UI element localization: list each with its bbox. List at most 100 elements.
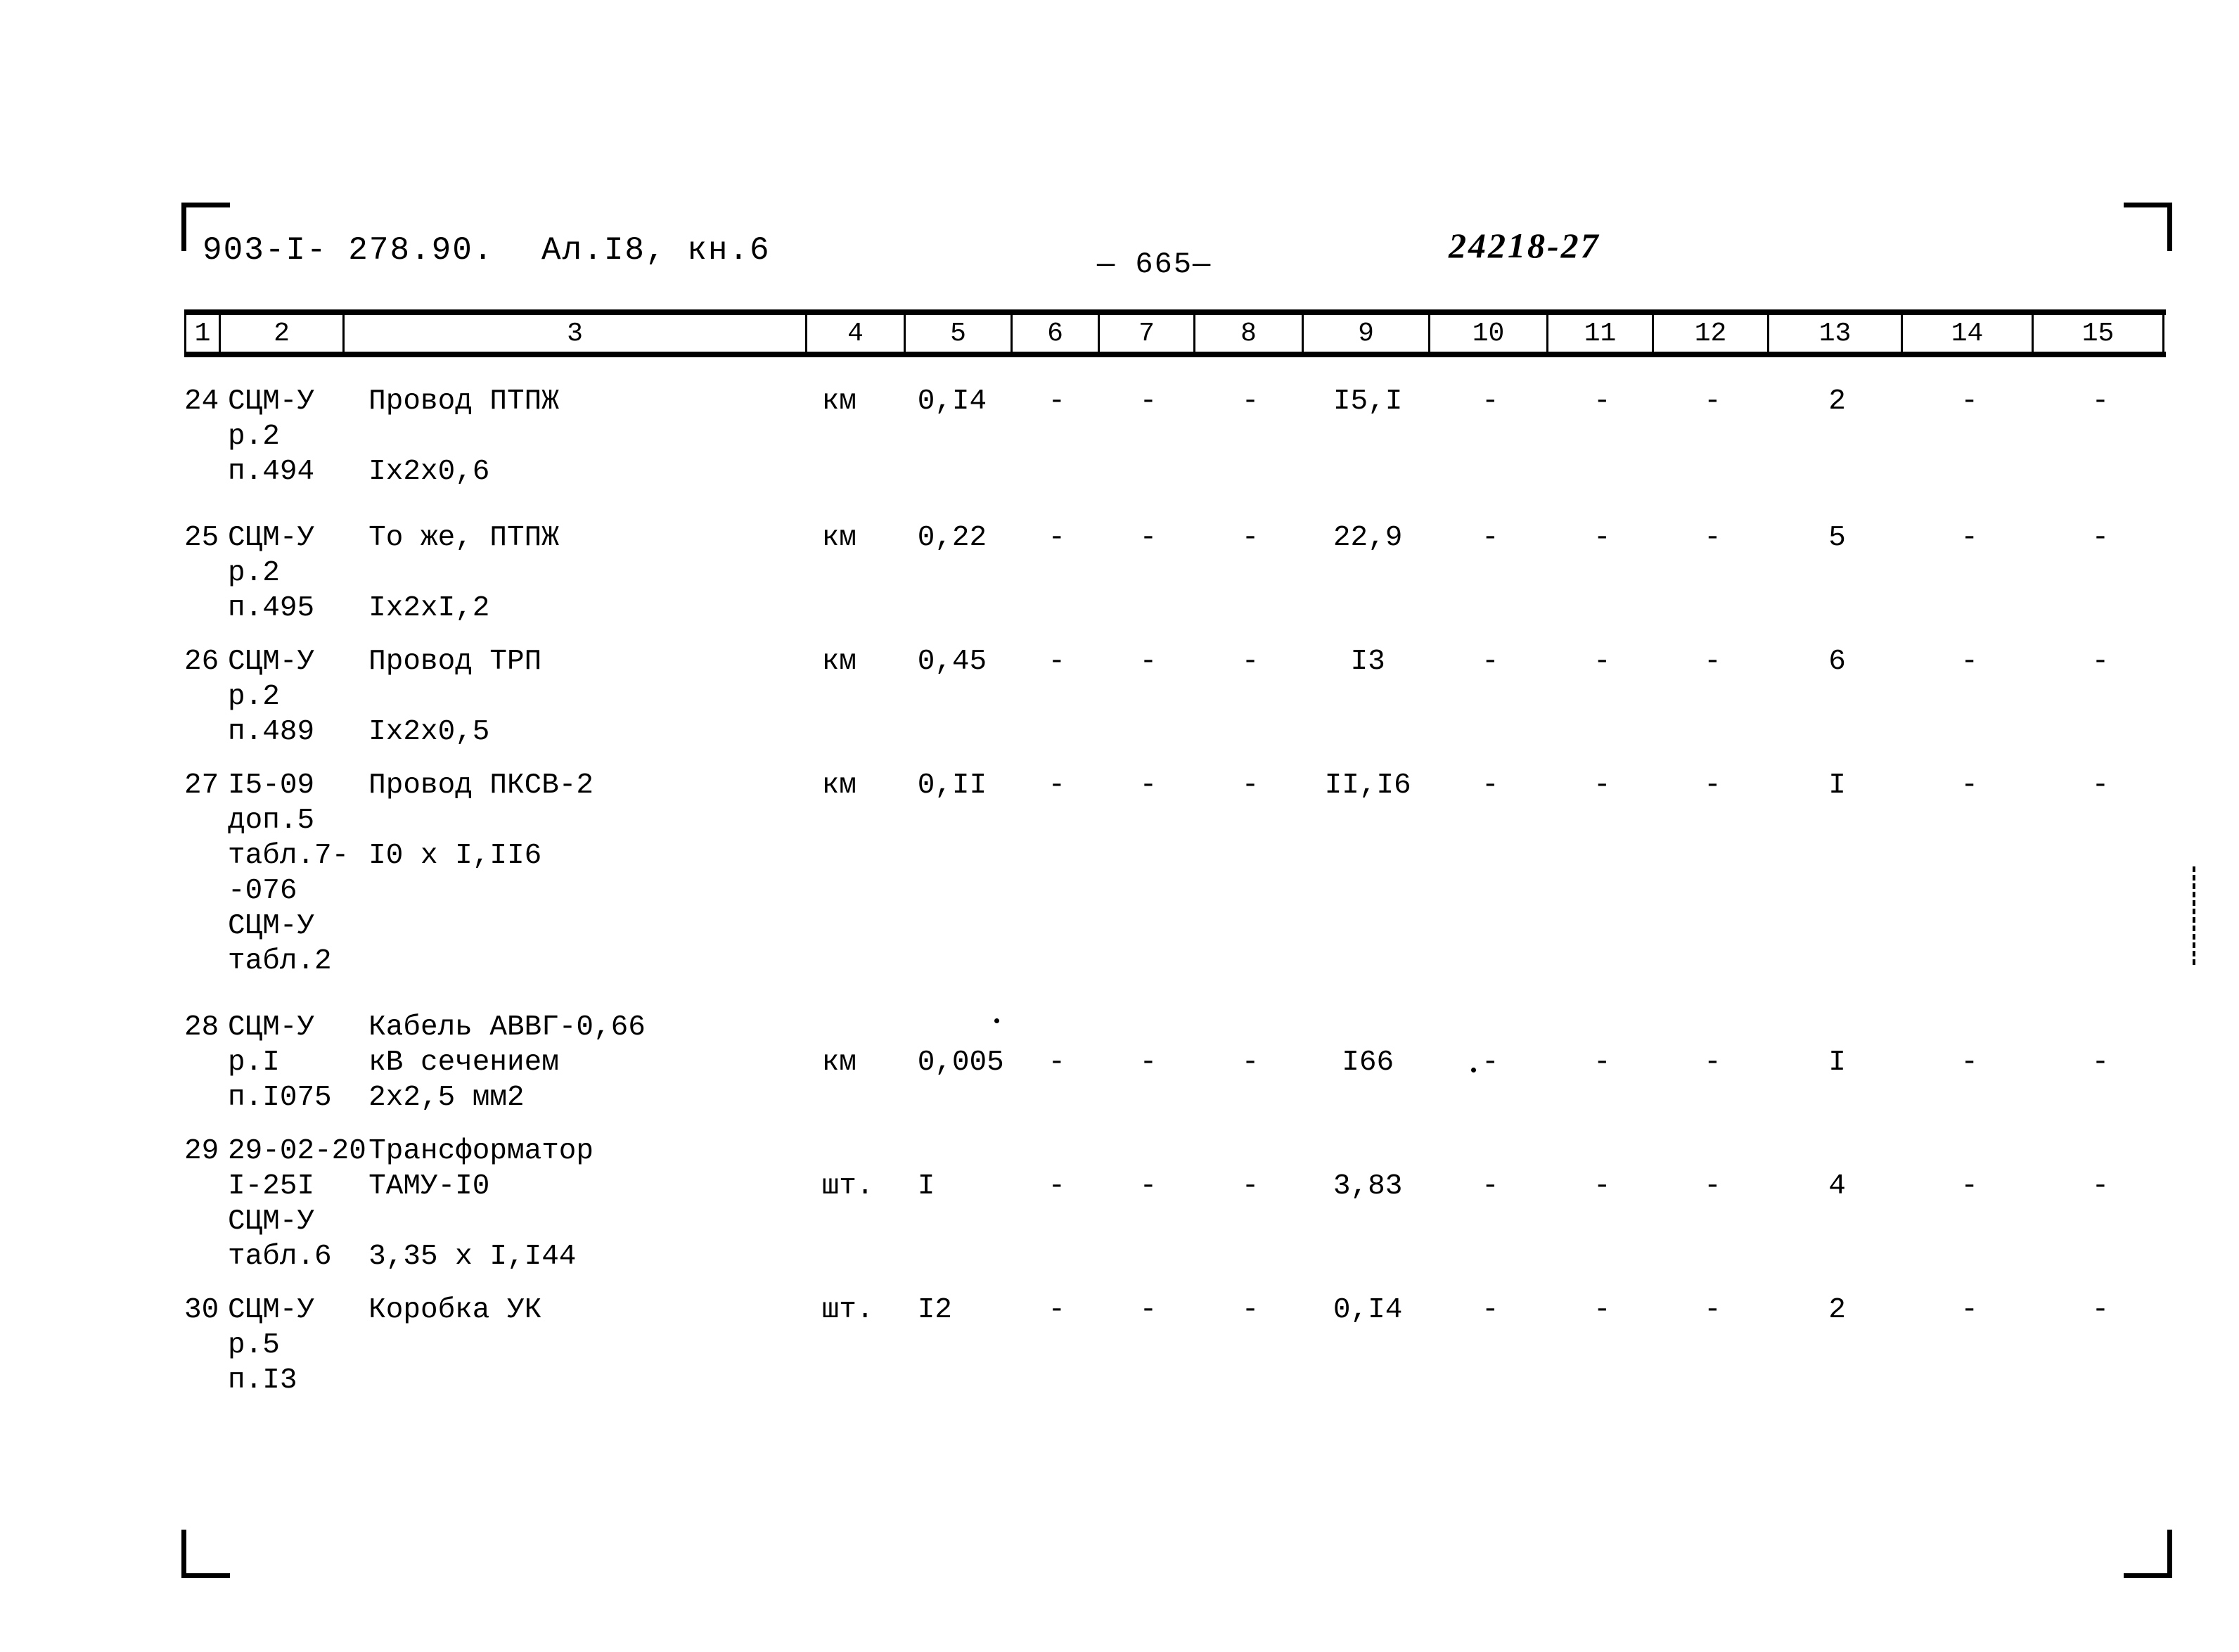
- norm-code: СЦМ-У р.5 п.I3: [221, 1293, 345, 1398]
- specification-table: 24 СЦМ-У р.2 п.494 Провод ПТПЖ Iх2х0,6 км 0,I4…: [184, 366, 2166, 1398]
- value-col-6: -: [1048, 1170, 1066, 1203]
- norm-code-line: СЦМ-У: [228, 1294, 315, 1326]
- column-number-13: 13: [1769, 315, 1903, 352]
- value-col-13: 2: [1828, 385, 1846, 418]
- item-description-line: [368, 679, 807, 715]
- table-body: 24 СЦМ-У р.2 п.494 Провод ПТПЖ Iх2х0,6 км 0,I4…: [184, 366, 2166, 1398]
- table-row[interactable]: 30 СЦМ-У р.5 п.I3 Коробка УК шт. I2- - -0,I4- - -…: [184, 1293, 2166, 1398]
- norm-code-line: СЦМ-У: [228, 522, 315, 554]
- column-number-1: 1: [184, 315, 221, 352]
- unit-of-measure: км: [821, 385, 857, 418]
- item-description-line: 2х2,5 мм2: [368, 1082, 525, 1114]
- album-reference: Ал.I8, кн.6: [541, 232, 771, 269]
- value-col-13: I: [1828, 1046, 1846, 1079]
- value-col-5: 0,I4: [917, 385, 987, 418]
- item-description-line: ТАМУ-I0: [368, 1170, 490, 1203]
- norm-code-line: СЦМ-У: [228, 910, 315, 942]
- item-description-line: То же, ПТПЖ: [368, 522, 559, 554]
- row-spacer: [184, 979, 2166, 1010]
- column-number-12: 12: [1654, 315, 1769, 352]
- row-spacer: [184, 366, 2166, 384]
- norm-code-line: I-25I: [228, 1170, 315, 1203]
- value-col-14: -: [1961, 769, 1978, 802]
- norm-code: СЦМ-У р.2 п.495: [221, 520, 345, 626]
- item-description-line: [368, 1363, 807, 1398]
- column-number-11: 11: [1548, 315, 1654, 352]
- unit-of-measure: шт.: [821, 1170, 874, 1203]
- archive-number: 24218-27: [1449, 226, 1600, 265]
- value-col-8: -: [1241, 385, 1259, 418]
- value-col-7: -: [1139, 1046, 1157, 1079]
- table-row[interactable]: 27 I5-09 доп.5 табл.7- -076 СЦМ-У табл.2 Провод…: [184, 768, 2166, 979]
- item-number: 25: [184, 522, 219, 554]
- document-code: 903-I- 278.90.: [203, 232, 494, 269]
- item-description-line: [368, 556, 807, 591]
- column-number-2: 2: [221, 315, 345, 352]
- item-description-line: Iх2х0,5: [368, 716, 490, 748]
- item-number: 26: [184, 646, 219, 678]
- norm-code-line: р.2: [228, 681, 280, 713]
- item-description-line: кВ сечением: [368, 1046, 559, 1079]
- row-spacer: [184, 750, 2166, 768]
- item-number: 27: [184, 769, 219, 802]
- norm-code: СЦМ-У р.2 п.489: [221, 644, 345, 750]
- norm-code-line: п.I075: [228, 1082, 332, 1114]
- value-col-12: -: [1704, 1294, 1721, 1326]
- table-row[interactable]: 28 СЦМ-У р.I п.I075 Кабель АВВГ-0,66 кВ сечен…: [184, 1010, 2166, 1115]
- item-number: 28: [184, 1011, 219, 1044]
- item-description-line: Кабель АВВГ-0,66: [368, 1011, 646, 1044]
- value-col-9: I66: [1342, 1046, 1394, 1079]
- value-col-14: -: [1961, 646, 1978, 678]
- scan-speck-a: [994, 1018, 999, 1023]
- item-number: 30: [184, 1294, 219, 1326]
- crop-mark-bottom-left: [181, 1530, 230, 1578]
- row-spacer: [184, 1115, 2166, 1134]
- table-row-spacer: [184, 366, 2166, 384]
- norm-code-line: р.I: [228, 1046, 280, 1079]
- item-description: Кабель АВВГ-0,66 кВ сечением 2х2,5 мм2: [345, 1010, 807, 1115]
- norm-code-line: I5-09: [228, 769, 315, 802]
- value-col-8: -: [1241, 769, 1259, 802]
- value-col-6: -: [1048, 1046, 1066, 1079]
- value-col-11: -: [1593, 385, 1611, 418]
- value-col-12: -: [1704, 769, 1721, 802]
- norm-code-line: СЦМ-У: [228, 385, 315, 418]
- column-number-10: 10: [1430, 315, 1548, 352]
- value-col-13: 6: [1828, 646, 1846, 678]
- value-col-6: -: [1048, 385, 1066, 418]
- column-number-header: 1 2 3 4 5 6 7 8 9 10 11 12 13 14 15: [184, 309, 2166, 357]
- value-col-7: -: [1139, 1294, 1157, 1326]
- value-col-7: -: [1139, 522, 1157, 554]
- value-col-15: -: [2091, 385, 2110, 418]
- norm-code-line: табл.6: [228, 1241, 332, 1273]
- table-row[interactable]: 25 СЦМ-У р.2 п.495 То же, ПТПЖ Iх2хI,2 км 0,22…: [184, 520, 2166, 626]
- unit-of-measure: км: [821, 522, 857, 554]
- table-row[interactable]: 29 29-02-20 I-25I СЦМ-У табл.6 Трансформатор Т…: [184, 1134, 2166, 1274]
- table-row[interactable]: 26 СЦМ-У р.2 п.489 Провод ТРП Iх2х0,5 км 0,45-…: [184, 644, 2166, 750]
- value-col-5: 0,45: [917, 646, 987, 678]
- table-row[interactable]: 24 СЦМ-У р.2 п.494 Провод ПТПЖ Iх2х0,6 км 0,I4…: [184, 384, 2166, 489]
- row-spacer: [184, 1274, 2166, 1293]
- norm-code: СЦМ-У р.I п.I075: [221, 1010, 345, 1115]
- row-spacer: [184, 489, 2166, 520]
- document-page: 903-I- 278.90. Ал.I8, кн.6 — 665— 24218-…: [0, 0, 2239, 1652]
- unit-of-measure: км: [821, 1046, 857, 1079]
- value-col-9: I3: [1350, 646, 1385, 678]
- value-col-5: 0,II: [917, 769, 987, 802]
- item-description-line: [368, 803, 807, 838]
- value-col-9: 22,9: [1333, 522, 1403, 554]
- norm-code: 29-02-20 I-25I СЦМ-У табл.6: [221, 1134, 366, 1274]
- value-col-15: -: [2091, 1170, 2110, 1203]
- norm-code-line: СЦМ-У: [228, 646, 315, 678]
- column-number-9: 9: [1304, 315, 1430, 352]
- value-col-9: I5,I: [1333, 385, 1403, 418]
- value-col-15: -: [2091, 646, 2110, 678]
- value-col-11: -: [1593, 522, 1611, 554]
- scan-artifact-margin: [2193, 866, 2198, 965]
- item-description: Провод ТРП Iх2х0,5: [345, 644, 807, 750]
- item-description-line: [368, 419, 807, 454]
- item-description: Провод ПТПЖ Iх2х0,6: [345, 384, 807, 489]
- value-col-6: -: [1048, 522, 1066, 554]
- value-col-12: -: [1704, 646, 1721, 678]
- table-row-spacer: [184, 750, 2166, 768]
